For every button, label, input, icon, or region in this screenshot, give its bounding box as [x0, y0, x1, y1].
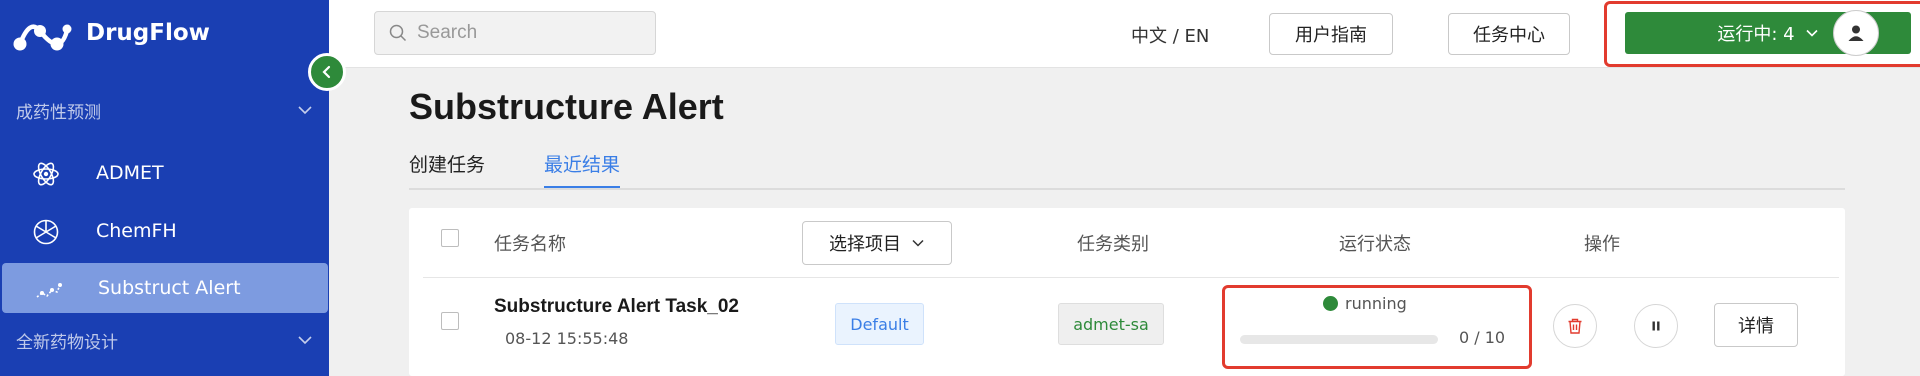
- sidebar-item-label: Substruct Alert: [98, 277, 241, 299]
- sidebar: DrugFlow 成药性预测 ADMET ChemFH Substruct Al…: [0, 0, 329, 376]
- user-avatar[interactable]: [1833, 10, 1879, 56]
- sidebar-item-label: ChemFH: [96, 220, 177, 242]
- sidebar-group-de-novo-design[interactable]: 全新药物设计: [0, 320, 329, 360]
- task-center-button[interactable]: 任务中心: [1448, 13, 1570, 55]
- user-guide-button[interactable]: 用户指南: [1269, 13, 1393, 55]
- header-divider: [423, 277, 1839, 278]
- progress-bar: [1240, 335, 1438, 344]
- sidebar-item-admet[interactable]: ADMET: [0, 148, 329, 198]
- sidebar-collapse-button[interactable]: [308, 53, 346, 91]
- trash-icon: [1568, 318, 1582, 334]
- search-box[interactable]: [374, 11, 656, 55]
- user-icon: [1848, 25, 1864, 41]
- search-input[interactable]: [417, 22, 637, 44]
- task-type-tag: admet-sa: [1058, 303, 1164, 345]
- atom-icon: [32, 160, 60, 188]
- tab-recent-results[interactable]: 最近结果: [544, 150, 621, 188]
- drugflow-logo-icon: [13, 24, 72, 51]
- sidebar-item-chemfh[interactable]: ChemFH: [0, 206, 329, 256]
- page-title: Substructure Alert: [409, 86, 724, 127]
- chevron-down-icon: [1806, 29, 1818, 37]
- select-project-dropdown[interactable]: 选择项目: [802, 221, 952, 265]
- chevron-down-icon: [298, 106, 312, 115]
- status-indicator: running: [1323, 294, 1407, 313]
- select-project-label: 选择项目: [829, 234, 901, 255]
- details-button[interactable]: 详情: [1714, 303, 1798, 347]
- header-task-type: 任务类别: [1077, 234, 1149, 255]
- progress-text: 0 / 10: [1459, 328, 1506, 347]
- language-toggle[interactable]: 中文 / EN: [1131, 22, 1209, 48]
- status-dot-icon: [1323, 296, 1338, 311]
- sidebar-group-label: 全新药物设计: [16, 332, 118, 353]
- chevron-down-icon: [298, 336, 312, 345]
- app-root: DrugFlow 成药性预测 ADMET ChemFH Substruct Al…: [0, 0, 1920, 376]
- row-checkbox[interactable]: [441, 312, 459, 330]
- header-actions: 操作: [1584, 234, 1620, 255]
- chevron-down-icon: [912, 239, 924, 247]
- search-icon: [389, 24, 407, 42]
- header-task-name: 任务名称: [494, 234, 566, 255]
- sidebar-group-label: 成药性预测: [16, 102, 101, 123]
- sidebar-item-substruct-alert[interactable]: Substruct Alert: [2, 263, 328, 313]
- brand-name: DrugFlow: [86, 20, 210, 46]
- task-name[interactable]: Substructure Alert Task_02: [494, 296, 739, 318]
- sidebar-item-label: ADMET: [96, 162, 164, 184]
- select-all-checkbox[interactable]: [441, 229, 459, 247]
- filter-wheel-icon: [32, 218, 60, 246]
- results-table: 任务名称 选择项目 任务类别 运行状态 操作 Substructure Aler…: [409, 208, 1845, 376]
- pause-icon: [1652, 321, 1660, 331]
- delete-button[interactable]: [1553, 304, 1597, 348]
- substructure-icon: [34, 275, 62, 303]
- sidebar-group-druggability[interactable]: 成药性预测: [0, 90, 329, 130]
- running-tasks-label: 运行中: 4: [1717, 24, 1795, 45]
- status-text: running: [1345, 294, 1407, 313]
- tab-create-task[interactable]: 创建任务: [409, 150, 485, 188]
- brand[interactable]: DrugFlow: [12, 12, 210, 54]
- header-status: 运行状态: [1339, 234, 1411, 255]
- task-timestamp: 08-12 15:55:48: [505, 329, 629, 348]
- project-tag: Default: [835, 303, 924, 345]
- topbar: 中文 / EN 用户指南 任务中心 运行中: 4: [329, 0, 1920, 68]
- tabs: 创建任务 最近结果: [409, 146, 1845, 190]
- pause-button[interactable]: [1634, 304, 1678, 348]
- chevron-left-icon: [322, 65, 331, 79]
